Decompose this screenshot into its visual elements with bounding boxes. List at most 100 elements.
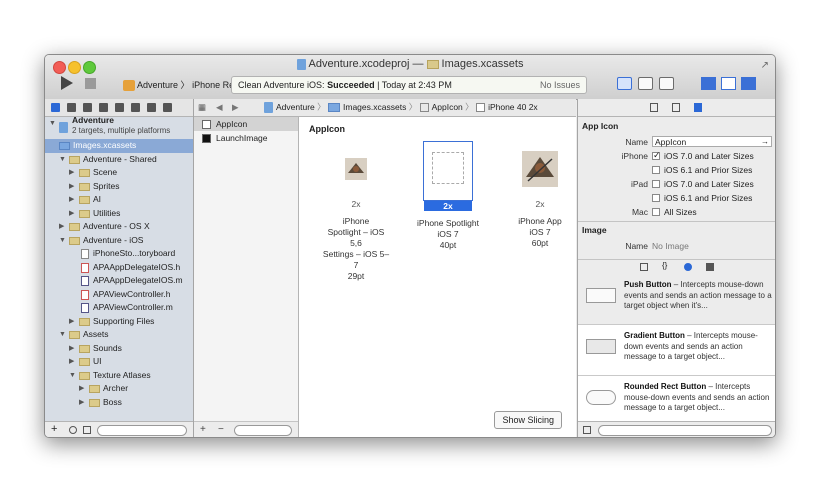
breadcrumb-project[interactable]: Adventure	[276, 102, 315, 112]
tree-item-images-xcassets[interactable]: Images.xcassets	[45, 139, 193, 153]
icon-slot-spotlight-40[interactable]: 2x iPhone Spotlight iOS 7 40pt	[413, 141, 483, 251]
asset-filter-input[interactable]	[234, 425, 292, 436]
tree-group-sprites[interactable]: ▶ Sprites	[45, 180, 193, 194]
test-nav-icon[interactable]	[115, 103, 124, 112]
library-item-push-button[interactable]: Push Button – Intercepts mouse-down even…	[578, 274, 775, 325]
tree-group-archer[interactable]: ▶ Archer	[45, 382, 193, 396]
tree-file-appdelegate-h[interactable]: APAAppDelegateIOS.h	[45, 261, 193, 275]
tree-group-supporting-files[interactable]: ▶ Supporting Files	[45, 315, 193, 329]
tree-group-scene[interactable]: ▶ Scene	[45, 166, 193, 180]
symbol-nav-icon[interactable]	[67, 103, 76, 112]
tree-file-appdelegate-m[interactable]: APAAppDelegateIOS.m	[45, 274, 193, 288]
appicon-name-field[interactable]: AppIcon →	[652, 136, 772, 147]
icon-slot-spotlight-29[interactable]: 2x iPhone Spotlight – iOS 5,6 Settings –…	[321, 145, 391, 282]
quick-help-icon[interactable]	[672, 103, 680, 112]
disclosure-open-icon[interactable]: ▼	[49, 117, 56, 131]
run-button[interactable]	[61, 76, 73, 90]
disclosure-open-icon[interactable]: ▼	[59, 153, 66, 167]
tree-file-viewcontroller-m[interactable]: APAViewController.m	[45, 301, 193, 315]
tree-group-sounds[interactable]: ▶ Sounds	[45, 342, 193, 356]
file-inspector-icon[interactable]	[650, 103, 658, 112]
disclosure-closed-icon[interactable]: ▶	[69, 355, 74, 369]
toggle-utilities-button[interactable]	[741, 77, 756, 90]
iphone-ios6-checkbox[interactable]	[652, 166, 660, 174]
library-item-rounded-rect-button[interactable]: Rounded Rect Button – Intercepts mouse-d…	[578, 376, 775, 427]
attributes-inspector-icon[interactable]	[694, 103, 702, 112]
tree-group-adventure-shared[interactable]: ▼ Adventure - Shared	[45, 153, 193, 167]
tree-file-storyboard[interactable]: iPhoneSto...toryboard	[45, 247, 193, 261]
library-filter-input[interactable]	[598, 425, 772, 436]
toggle-navigator-button[interactable]	[701, 77, 716, 90]
disclosure-closed-icon[interactable]: ▶	[69, 193, 74, 207]
tree-file-viewcontroller-h[interactable]: APAViewController.h	[45, 288, 193, 302]
navigator-filter-input[interactable]	[97, 425, 187, 436]
tree-group-adventure-ios[interactable]: ▼ Adventure - iOS	[45, 234, 193, 248]
version-editor-button[interactable]	[659, 77, 674, 90]
log-nav-icon[interactable]	[163, 103, 172, 112]
disclosure-closed-icon[interactable]: ▶	[69, 180, 74, 194]
tree-group-ui[interactable]: ▶ UI	[45, 355, 193, 369]
tree-group-ai[interactable]: ▶ AI	[45, 193, 193, 207]
tree-group-texture-atlases[interactable]: ▼ Texture Atlases	[45, 369, 193, 383]
back-arrow-icon[interactable]: ◀	[216, 99, 223, 116]
gradient-button-icon	[586, 339, 616, 354]
disclosure-open-icon[interactable]: ▼	[59, 234, 66, 248]
icon-well[interactable]	[516, 145, 564, 193]
tree-group-utilities[interactable]: ▶ Utilities	[45, 207, 193, 221]
disclosure-closed-icon[interactable]: ▶	[69, 315, 74, 329]
ipad-ios6-checkbox[interactable]	[652, 194, 660, 202]
search-nav-icon[interactable]	[83, 103, 92, 112]
remove-asset-button[interactable]: −	[218, 424, 224, 435]
disclosure-closed-icon[interactable]: ▶	[59, 220, 64, 234]
stop-button[interactable]	[85, 78, 96, 89]
library-item-gradient-button[interactable]: Gradient Button – Intercepts mouse-down …	[578, 325, 775, 376]
grid-view-icon[interactable]	[583, 426, 591, 434]
go-to-icon[interactable]: →	[761, 137, 769, 147]
debug-nav-icon[interactable]	[131, 103, 140, 112]
breadcrumb-appicon[interactable]: AppIcon	[432, 102, 463, 112]
folder-nav-icon[interactable]	[51, 103, 60, 112]
project-row[interactable]: ▼ Adventure 2 targets, multiple platform…	[45, 117, 193, 139]
breadcrumb-asset-catalog[interactable]: Images.xcassets	[343, 102, 406, 112]
icon-well[interactable]	[332, 145, 380, 193]
scheme-selector[interactable]: Adventure 〉 iPhone Ret...	[123, 78, 244, 92]
disclosure-closed-icon[interactable]: ▶	[69, 342, 74, 356]
project-icon	[59, 122, 68, 133]
image-slot-icon	[476, 103, 486, 113]
code-snippet-library-icon[interactable]: {}	[662, 261, 670, 270]
object-library-icon[interactable]	[684, 263, 692, 271]
breakpoint-nav-icon[interactable]	[147, 103, 156, 112]
disclosure-closed-icon[interactable]: ▶	[79, 396, 84, 410]
asset-item-appicon[interactable]: AppIcon	[194, 117, 298, 131]
disclosure-open-icon[interactable]: ▼	[59, 328, 66, 342]
disclosure-open-icon[interactable]: ▼	[69, 369, 76, 383]
file-template-library-icon[interactable]	[640, 263, 648, 271]
mac-all-sizes-checkbox[interactable]	[652, 208, 660, 216]
ipad-ios7-checkbox[interactable]	[652, 180, 660, 188]
icon-slot-app-60[interactable]: 2x iPhone App iOS 7 60pt	[505, 145, 575, 249]
tree-group-assets[interactable]: ▼ Assets	[45, 328, 193, 342]
disclosure-closed-icon[interactable]: ▶	[79, 382, 84, 396]
fullscreen-icon[interactable]: ↗	[761, 60, 769, 71]
issue-nav-icon[interactable]	[99, 103, 108, 112]
assistant-editor-button[interactable]	[638, 77, 653, 90]
add-file-button[interactable]: +	[51, 423, 57, 435]
recent-files-icon[interactable]	[69, 426, 77, 434]
disclosure-closed-icon[interactable]: ▶	[69, 207, 74, 221]
add-asset-button[interactable]: +	[200, 424, 206, 435]
standard-editor-button[interactable]	[617, 77, 632, 90]
media-library-icon[interactable]	[706, 263, 714, 271]
disclosure-closed-icon[interactable]: ▶	[69, 166, 74, 180]
tree-group-boss[interactable]: ▶ Boss	[45, 396, 193, 410]
forward-arrow-icon[interactable]: ▶	[232, 99, 239, 116]
related-items-icon[interactable]: ▦	[198, 99, 206, 116]
asset-item-launchimage[interactable]: LaunchImage	[194, 131, 298, 145]
toggle-debug-area-button[interactable]	[721, 77, 736, 90]
tree-group-adventure-osx[interactable]: ▶ Adventure - OS X	[45, 220, 193, 234]
asset-list-bottom-bar: + −	[194, 421, 298, 437]
show-slicing-button[interactable]: Show Slicing	[494, 411, 562, 429]
icon-well-selected[interactable]	[423, 141, 473, 201]
breadcrumb-slot[interactable]: iPhone 40 2x	[488, 102, 538, 112]
source-control-filter-icon[interactable]	[83, 426, 91, 434]
iphone-ios7-checkbox[interactable]	[652, 150, 661, 161]
